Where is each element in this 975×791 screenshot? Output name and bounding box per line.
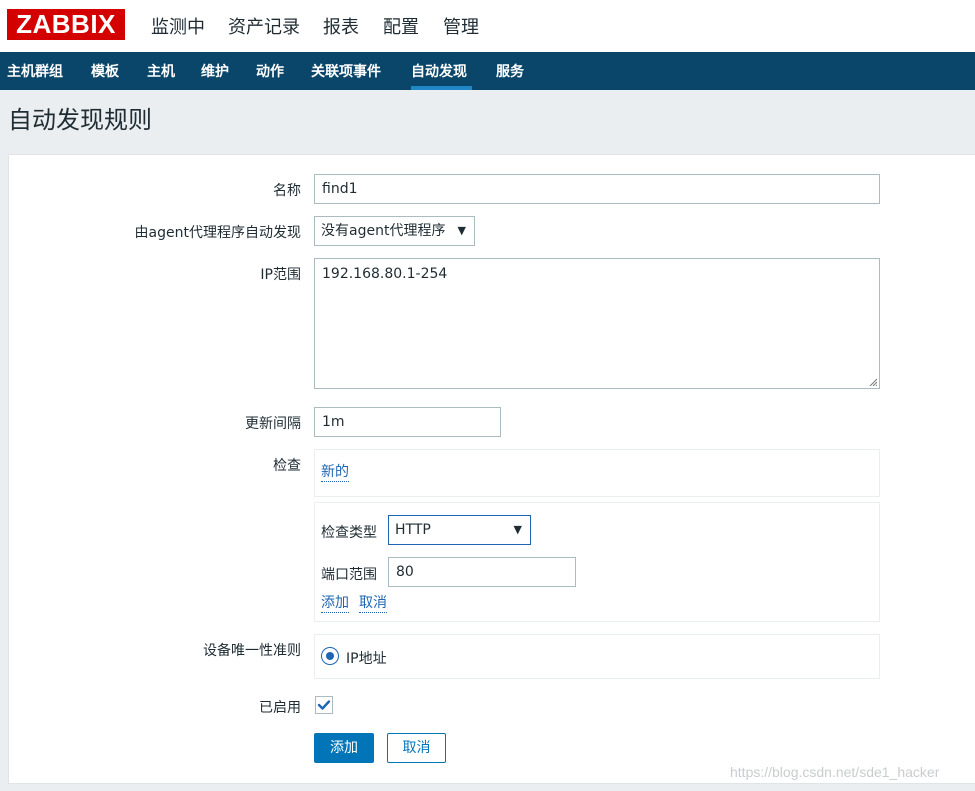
new-check-link[interactable]: 新的 xyxy=(321,464,349,482)
ip-range-textarea[interactable]: 192.168.80.1-254 xyxy=(314,258,880,389)
port-range-label: 端口范围 xyxy=(321,567,377,583)
top-menu-administration[interactable]: 管理 xyxy=(443,13,479,39)
sub-menu: 主机群组 模板 主机 维护 动作 关联项事件 自动发现 服务 xyxy=(0,52,975,90)
check-type-label: 检查类型 xyxy=(321,525,377,541)
sub-menu-discovery[interactable]: 自动发现 xyxy=(411,61,467,81)
page-title: 自动发现规则 xyxy=(8,106,152,134)
proxy-label: 由agent代理程序自动发现 xyxy=(134,225,301,241)
check-cancel-link[interactable]: 取消 xyxy=(359,595,387,613)
checks-label: 检查 xyxy=(273,458,301,474)
ip-address-radio[interactable] xyxy=(321,647,339,665)
caret-down-icon: ▼ xyxy=(513,523,522,536)
check-type-select[interactable]: HTTP ▼ xyxy=(388,515,531,545)
resize-handle-icon[interactable] xyxy=(869,378,877,386)
uniqueness-box xyxy=(314,634,880,679)
ip-address-radio-label[interactable]: IP地址 xyxy=(346,648,387,668)
active-tab-indicator xyxy=(411,86,472,90)
checkmark-icon xyxy=(317,700,331,710)
enabled-checkbox[interactable] xyxy=(315,696,333,714)
sub-menu-actions[interactable]: 动作 xyxy=(256,61,284,81)
ip-range-value: 192.168.80.1-254 xyxy=(322,266,448,282)
sub-menu-host-groups[interactable]: 主机群组 xyxy=(7,61,63,81)
interval-label: 更新间隔 xyxy=(245,416,301,432)
top-menu-configuration[interactable]: 配置 xyxy=(383,13,419,39)
enabled-label: 已启用 xyxy=(259,700,301,716)
port-range-input[interactable]: 80 xyxy=(388,557,576,587)
sub-menu-services[interactable]: 服务 xyxy=(496,61,524,81)
sub-menu-templates[interactable]: 模板 xyxy=(91,61,119,81)
zabbix-logo[interactable]: ZABBIX xyxy=(7,9,125,40)
check-type-value: HTTP xyxy=(395,522,431,538)
name-label: 名称 xyxy=(273,183,301,199)
check-add-link[interactable]: 添加 xyxy=(321,595,349,613)
proxy-select[interactable]: 没有agent代理程序 ▼ xyxy=(314,216,475,246)
proxy-select-value: 没有agent代理程序 xyxy=(321,223,446,239)
add-button[interactable]: 添加 xyxy=(314,733,374,763)
top-menu-reports[interactable]: 报表 xyxy=(323,13,359,39)
checks-list xyxy=(314,449,880,497)
name-input[interactable]: find1 xyxy=(314,174,880,204)
top-menu-monitoring[interactable]: 监测中 xyxy=(151,13,205,39)
top-menu-inventory[interactable]: 资产记录 xyxy=(228,13,300,39)
radio-selected-dot xyxy=(326,652,334,660)
interval-input[interactable]: 1m xyxy=(314,407,501,437)
sub-menu-correlation[interactable]: 关联项事件 xyxy=(311,61,381,81)
top-bar: ZABBIX 监测中 资产记录 报表 配置 管理 xyxy=(0,0,975,52)
cancel-button[interactable]: 取消 xyxy=(387,733,446,763)
ip-range-label: IP范围 xyxy=(260,267,301,283)
sub-menu-hosts[interactable]: 主机 xyxy=(147,61,175,81)
watermark: https://blog.csdn.net/sde1_hacker xyxy=(730,764,940,780)
sub-menu-maintenance[interactable]: 维护 xyxy=(201,61,229,81)
caret-down-icon: ▼ xyxy=(457,224,466,237)
uniqueness-label: 设备唯一性准则 xyxy=(203,643,301,659)
